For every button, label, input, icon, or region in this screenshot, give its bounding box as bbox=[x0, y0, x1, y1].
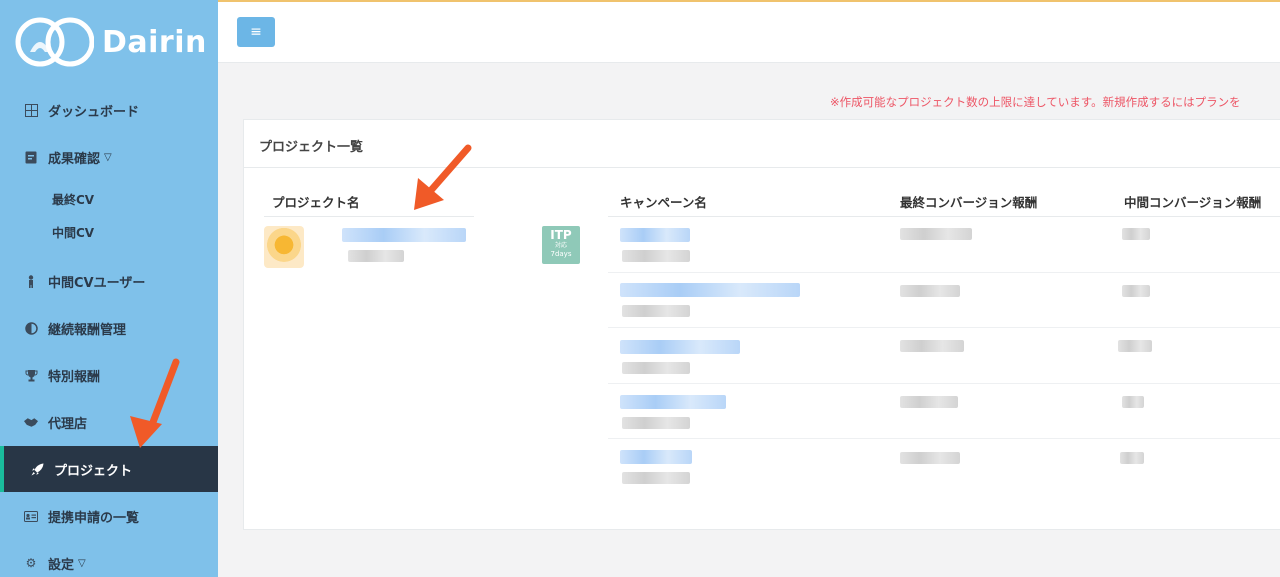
sidebar-item-partnership-requests[interactable]: 提携申請の一覧 bbox=[0, 493, 218, 539]
campaign-subtext bbox=[622, 417, 690, 429]
divider bbox=[608, 272, 1280, 273]
annotation-arrow-project-name bbox=[414, 144, 472, 210]
mid-cv-reward-value bbox=[1122, 285, 1150, 297]
rocket-icon bbox=[30, 462, 44, 476]
sidebar-item-label: 代理店 bbox=[48, 416, 88, 432]
campaign-link[interactable] bbox=[620, 395, 726, 409]
annotation-arrow-project-menu bbox=[130, 358, 180, 448]
sidebar-item-label: 継続報酬管理 bbox=[48, 322, 127, 338]
column-header-project-name: プロジェクト名 bbox=[272, 195, 360, 210]
sidebar: Dairin ダッシュボード 成果確認 ▽ 最終CV 中間CV 中間CVユーザー… bbox=[0, 0, 218, 577]
campaign-subtext bbox=[622, 362, 690, 374]
sidebar-item-label: プロジェクト bbox=[54, 463, 133, 479]
panel-title: プロジェクト一覧 bbox=[259, 140, 364, 155]
project-thumbnail bbox=[264, 226, 304, 268]
campaign-link[interactable] bbox=[620, 450, 692, 464]
final-cv-reward-value bbox=[900, 340, 964, 352]
half-circle-icon bbox=[24, 321, 38, 335]
sidebar-item-special-reward[interactable]: 特別報酬 bbox=[0, 352, 218, 398]
sidebar-item-label: ダッシュボード bbox=[48, 104, 140, 120]
campaign-subtext bbox=[622, 472, 690, 484]
hamburger-icon: ≡ bbox=[250, 24, 262, 40]
final-cv-reward-value bbox=[900, 228, 972, 240]
mid-cv-reward-value bbox=[1120, 452, 1144, 464]
campaign-link[interactable] bbox=[620, 340, 740, 354]
campaign-subtext bbox=[622, 250, 690, 262]
column-header-mid-cv-reward: 中間コンバージョン報酬 bbox=[1124, 195, 1262, 210]
trophy-icon bbox=[24, 368, 38, 382]
final-cv-reward-value bbox=[900, 285, 960, 297]
sidebar-item-label: 中間CVユーザー bbox=[48, 275, 146, 291]
campaign-subtext bbox=[622, 305, 690, 317]
final-cv-reward-value bbox=[900, 396, 958, 408]
divider bbox=[264, 216, 474, 217]
mid-cv-reward-value bbox=[1118, 340, 1152, 352]
chevron-down-icon: ▽ bbox=[78, 557, 86, 569]
campaign-link[interactable] bbox=[620, 228, 690, 242]
itp-badge: ITP 対応 7days bbox=[542, 226, 580, 264]
sidebar-item-agency[interactable]: 代理店 bbox=[0, 399, 218, 445]
chevron-down-icon: ▽ bbox=[104, 151, 112, 163]
logo-text: Dairin bbox=[102, 24, 207, 60]
logo-mark-icon bbox=[15, 17, 94, 67]
column-header-campaign-name: キャンペーン名 bbox=[620, 195, 707, 210]
divider bbox=[244, 167, 1280, 168]
user-icon bbox=[24, 274, 38, 288]
sidebar-item-label: 提携申請の一覧 bbox=[48, 510, 140, 526]
itp-badge-title: ITP bbox=[550, 228, 572, 242]
column-header-final-cv-reward: 最終コンバージョン報酬 bbox=[900, 195, 1038, 210]
sidebar-item-project[interactable]: プロジェクト bbox=[0, 446, 218, 492]
sidebar-item-label: 成果確認 bbox=[48, 151, 101, 167]
project-subtext bbox=[348, 250, 404, 262]
sidebar-subitem-final-cv[interactable]: 最終CV bbox=[52, 191, 94, 208]
project-limit-warning: ※作成可能なプロジェクト数の上限に達しています。新規作成するにはプランを bbox=[830, 95, 1241, 109]
divider bbox=[608, 383, 1280, 384]
sidebar-item-label: 設定 bbox=[48, 557, 75, 573]
sidebar-item-results[interactable]: 成果確認 ▽ bbox=[0, 134, 218, 180]
project-name-link[interactable] bbox=[342, 228, 466, 242]
sidebar-item-label: 特別報酬 bbox=[48, 369, 101, 385]
sidebar-item-recurring-reward[interactable]: 継続報酬管理 bbox=[0, 305, 218, 351]
mid-cv-reward-value bbox=[1122, 228, 1150, 240]
handshake-icon bbox=[24, 415, 38, 429]
logo[interactable]: Dairin bbox=[14, 14, 207, 70]
mid-cv-reward-value bbox=[1122, 396, 1144, 408]
sidebar-item-dashboard[interactable]: ダッシュボード bbox=[0, 87, 218, 133]
itp-badge-line2: 対応 bbox=[554, 242, 567, 249]
final-cv-reward-value bbox=[900, 452, 960, 464]
itp-badge-line3: 7days bbox=[550, 250, 572, 258]
divider bbox=[608, 327, 1280, 328]
results-icon bbox=[24, 150, 38, 164]
id-card-icon bbox=[24, 509, 38, 523]
sidebar-item-settings[interactable]: ⚙ 設定 ▽ bbox=[0, 540, 218, 577]
dashboard-icon bbox=[24, 103, 38, 117]
project-list-panel: プロジェクト一覧 プロジェクト名 キャンペーン名 最終コンバージョン報酬 中間コ… bbox=[243, 119, 1280, 530]
top-navbar: ≡ bbox=[218, 0, 1280, 63]
campaign-link[interactable] bbox=[620, 283, 800, 297]
sidebar-subitem-mid-cv[interactable]: 中間CV bbox=[52, 224, 94, 241]
divider bbox=[608, 438, 1280, 439]
sidebar-item-mid-cv-users[interactable]: 中間CVユーザー bbox=[0, 258, 218, 304]
divider bbox=[608, 216, 1280, 217]
menu-toggle-button[interactable]: ≡ bbox=[237, 17, 275, 47]
gear-icon: ⚙ bbox=[25, 556, 37, 570]
